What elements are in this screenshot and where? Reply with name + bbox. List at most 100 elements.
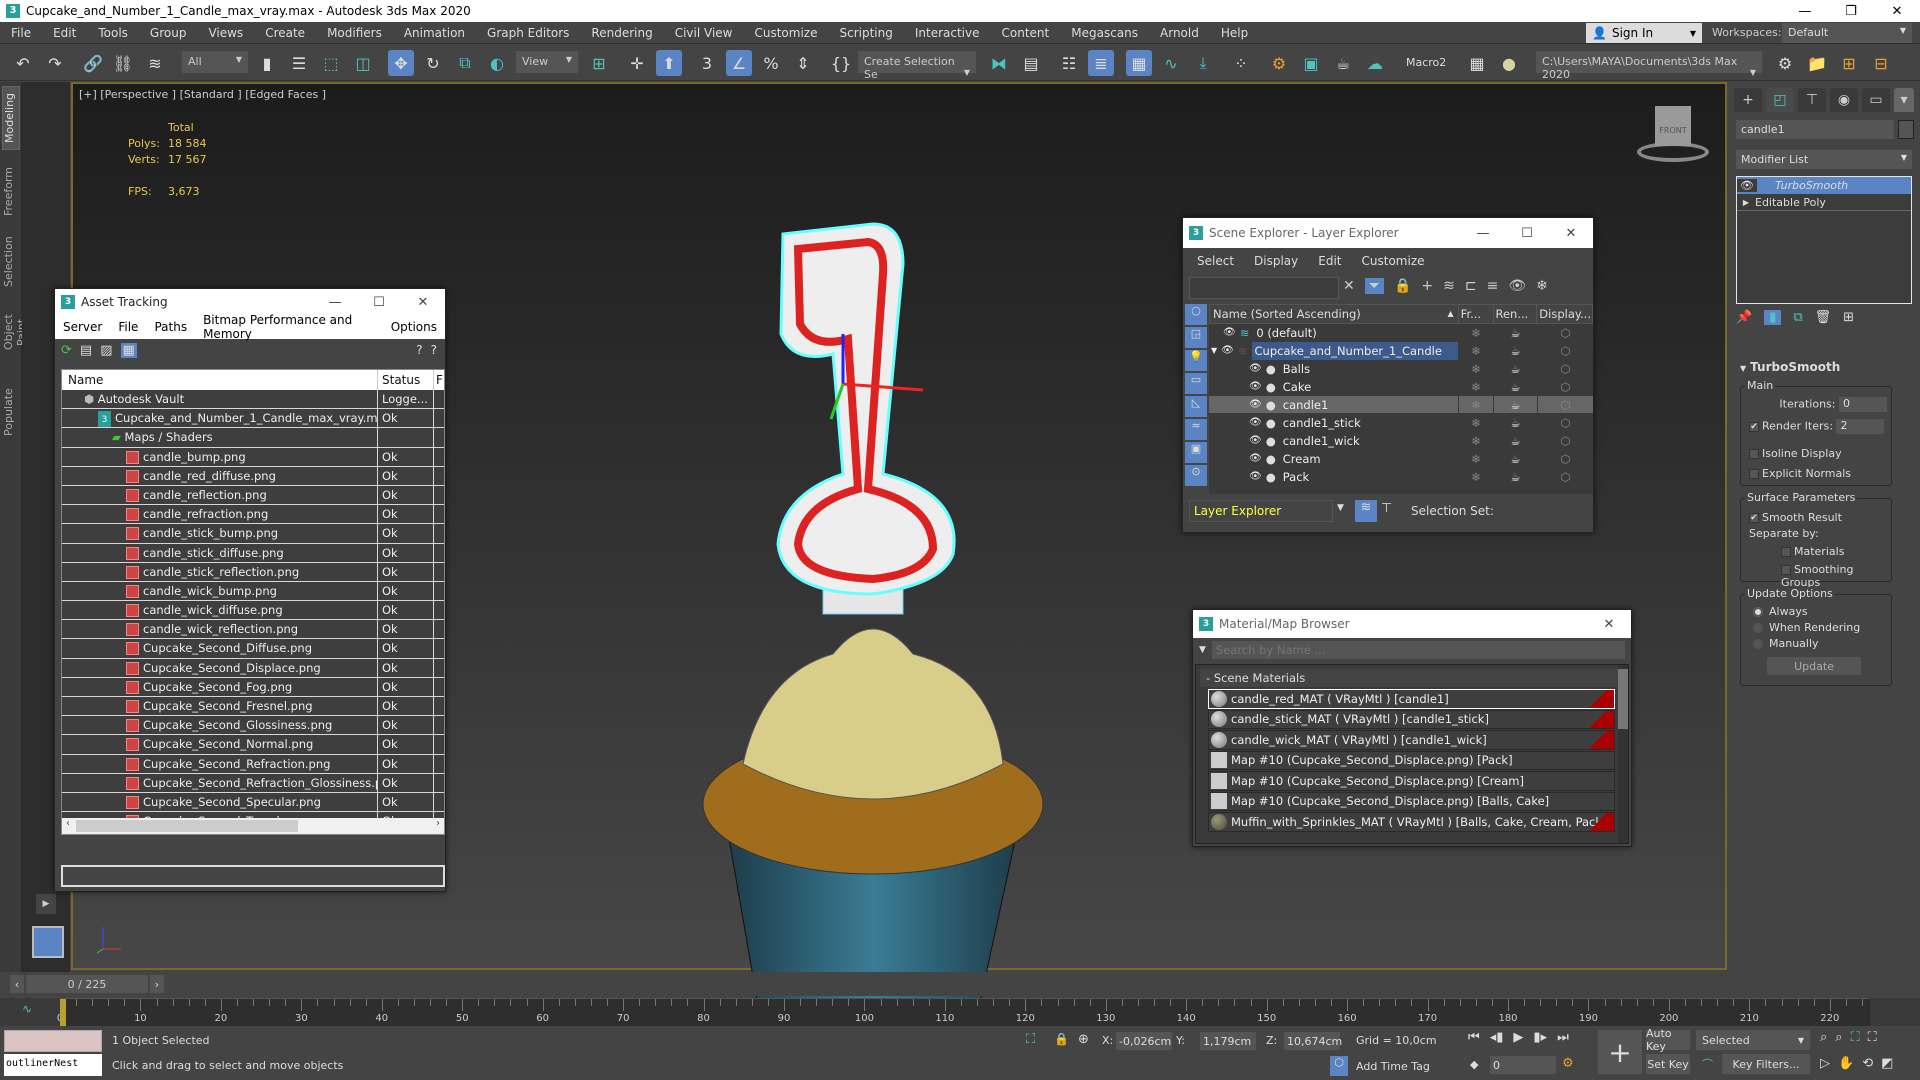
visibility-eye-icon[interactable]: 👁: [1249, 399, 1262, 410]
scene-item-name[interactable]: candle1_wick: [1280, 432, 1458, 450]
help-icon[interactable]: ?: [416, 343, 422, 357]
separate-smoothing-groups-checkbox[interactable]: Smoothing Groups: [1781, 563, 1891, 589]
set-key-big-button[interactable]: +: [1598, 1030, 1642, 1074]
key-mode-toggle-icon[interactable]: ◆: [1470, 1058, 1478, 1071]
menu-edit[interactable]: Edit: [42, 26, 87, 40]
scene-tree-row[interactable]: 👁 ● Cream ❄ ☕ ⬡: [1209, 449, 1593, 468]
motion-tab-icon[interactable]: ◉: [1830, 88, 1858, 112]
zoom-extents-all-icon[interactable]: ⛶: [1868, 1030, 1877, 1045]
display-tab-icon[interactable]: ▭: [1862, 88, 1890, 112]
render-in-cloud-icon[interactable]: ☁: [1362, 50, 1388, 76]
scene-search-input[interactable]: [1189, 277, 1339, 299]
update-manually-radio[interactable]: Manually: [1753, 637, 1819, 650]
display-box-icon[interactable]: ⬡: [1537, 449, 1593, 468]
more-tabs-icon[interactable]: ▾: [1894, 88, 1914, 112]
renderable-teapot-icon[interactable]: ☕: [1493, 323, 1537, 342]
menu-server[interactable]: Server: [55, 320, 110, 334]
display-box-icon[interactable]: ⬡: [1537, 377, 1593, 396]
next-key-icon[interactable]: ▮▸: [1533, 1030, 1547, 1045]
rendered-frame-window-icon[interactable]: ▣: [1298, 50, 1324, 76]
renderable-teapot-icon[interactable]: ☕: [1493, 377, 1537, 396]
freeze-icon[interactable]: ❄: [1458, 449, 1493, 468]
asset-row[interactable]: candle_wick_bump.png Ok: [62, 581, 444, 602]
visibility-eye-icon[interactable]: 👁: [1249, 363, 1262, 374]
visibility-eye-icon[interactable]: 👁: [1223, 327, 1236, 338]
current-frame-marker[interactable]: [60, 999, 66, 1027]
display-box-icon[interactable]: ⬡: [1537, 467, 1593, 486]
orbit-icon[interactable]: ⟲: [1862, 1056, 1873, 1071]
freeze-icon[interactable]: ❄: [1458, 323, 1493, 342]
default-in-out-tangents-icon[interactable]: ⌒: [1702, 1056, 1713, 1072]
unlink-icon[interactable]: ⛓: [110, 50, 136, 76]
renderable-teapot-icon[interactable]: ☕: [1493, 341, 1537, 360]
freeze-icon[interactable]: ❄: [1458, 431, 1493, 450]
select-manipulate-icon[interactable]: ✛: [624, 50, 650, 76]
lights-filter-icon[interactable]: 💡: [1185, 350, 1207, 371]
visibility-eye-icon[interactable]: 👁: [1221, 345, 1234, 356]
menu-select[interactable]: Select: [1189, 254, 1246, 268]
absolute-mode-icon[interactable]: ⊕: [1078, 1032, 1089, 1047]
spacewarps-filter-icon[interactable]: ≈: [1185, 419, 1207, 440]
viewport-label-menu[interactable]: [+] [Perspective ] [Standard ] [Edged Fa…: [79, 88, 326, 101]
sign-in-button[interactable]: 👤 Sign In ▼: [1586, 23, 1702, 43]
minimize-button[interactable]: —: [1461, 226, 1505, 241]
x-coordinate-field[interactable]: -0,026cm: [1116, 1032, 1172, 1050]
display-box-icon[interactable]: ⬡: [1537, 341, 1593, 360]
rectangular-selection-icon[interactable]: ⬚: [318, 50, 344, 76]
time-configuration-icon[interactable]: ⚙: [1562, 1056, 1574, 1071]
zoom-all-icon[interactable]: ⌕: [1835, 1030, 1842, 1045]
close-button[interactable]: ✕: [401, 295, 445, 310]
material-item[interactable]: Map #10 (Cupcake_Second_Displace.png) [B…: [1208, 791, 1615, 811]
scene-item-name[interactable]: candle1: [1280, 396, 1458, 414]
freeze-icon[interactable]: ❄: [1458, 413, 1493, 432]
material-item[interactable]: Map #10 (Cupcake_Second_Displace.png) [C…: [1208, 771, 1615, 791]
link-icon[interactable]: 🔗: [80, 50, 106, 76]
visibility-eye-icon[interactable]: 👁: [1249, 453, 1262, 464]
asset-row[interactable]: Cupcake_Second_Fresnel.png Ok: [62, 697, 444, 717]
scene-item-name[interactable]: Pack: [1280, 468, 1458, 486]
material-item[interactable]: candle_wick_MAT ( VRayMtl ) [candle1_wic…: [1208, 730, 1615, 750]
eye-icon[interactable]: 👁: [1737, 179, 1757, 192]
isolate-selection-icon[interactable]: ⛶: [1026, 1032, 1035, 1047]
menu-animation[interactable]: Animation: [393, 26, 476, 40]
curve-editor-icon[interactable]: ∿: [1158, 50, 1184, 76]
time-tag-icon[interactable]: ⬡: [1330, 1056, 1348, 1076]
menu-paths[interactable]: Paths: [146, 320, 195, 334]
time-slider[interactable]: 0 / 225: [26, 975, 148, 993]
new-layer-icon[interactable]: +: [1421, 278, 1433, 294]
close-button[interactable]: ✕: [1874, 4, 1920, 19]
material-search-input[interactable]: [1211, 641, 1625, 659]
chevron-down-icon[interactable]: ▼: [1337, 503, 1344, 513]
y-coordinate-field[interactable]: 1,179cm: [1200, 1032, 1256, 1050]
ribbon-tab-freeform[interactable]: Freeform: [2, 162, 20, 222]
asset-row[interactable]: Cupcake_Second_Refraction_Glossiness.p..…: [62, 773, 444, 793]
renderable-teapot-icon[interactable]: ☕: [1493, 467, 1537, 486]
field-of-view-icon[interactable]: ▷: [1820, 1056, 1830, 1071]
cupcake-candle-model[interactable]: [633, 134, 1113, 1034]
scene-item-name[interactable]: Cake: [1280, 378, 1458, 396]
display-box-icon[interactable]: ⬡: [1537, 359, 1593, 378]
renderable-teapot-icon[interactable]: ☕: [1493, 359, 1537, 378]
rollout-title[interactable]: ▼ TurboSmooth: [1740, 360, 1840, 374]
menu-tools[interactable]: Tools: [87, 26, 139, 40]
menu-file[interactable]: File: [110, 320, 146, 334]
asset-row[interactable]: candle_reflection.png Ok: [62, 485, 444, 506]
scene-tree-row[interactable]: 👁 ● Pack ❄ ☕ ⬡: [1209, 467, 1593, 486]
project-folder-dropdown[interactable]: C:\Users\MAYA\Documents\3ds Max 2020 ▼: [1536, 51, 1762, 81]
z-coordinate-field[interactable]: 10,674cm: [1284, 1032, 1342, 1050]
menu-file[interactable]: File: [0, 26, 42, 40]
asset-row[interactable]: candle_wick_reflection.png Ok: [62, 620, 444, 640]
scene-item-name[interactable]: Cupcake_and_Number_1_Candle: [1251, 341, 1458, 360]
menu-help[interactable]: Help: [1210, 26, 1259, 40]
material-item[interactable]: Map #10 (Cupcake_Second_Displace.png) [P…: [1208, 750, 1615, 770]
maximize-button[interactable]: ❐: [1828, 4, 1874, 19]
menu-display[interactable]: Display: [1246, 254, 1310, 268]
modifier-list-dropdown[interactable]: Modifier List ▼: [1736, 150, 1912, 169]
column-renderable[interactable]: Ren...: [1492, 305, 1537, 323]
display-box-icon[interactable]: ⬡: [1537, 431, 1593, 450]
menu-bitmap-performance-and-memory[interactable]: Bitmap Performance and Memory: [195, 313, 383, 341]
toggle-layer-explorer-icon[interactable]: ≣: [1088, 50, 1114, 76]
pan-view-icon[interactable]: ✋: [1838, 1056, 1854, 1071]
asset-row[interactable]: Cupcake_Second_Refraction.png Ok: [62, 754, 444, 774]
named-selection-set-dropdown[interactable]: Create Selection Se ▼: [858, 51, 976, 81]
